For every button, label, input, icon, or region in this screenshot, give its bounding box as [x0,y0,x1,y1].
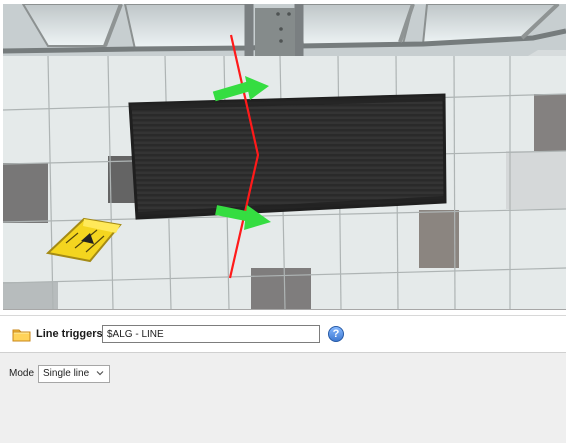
camera-image[interactable] [3,4,566,309]
chevron-down-icon [96,371,104,376]
mode-select[interactable]: Single line [38,365,110,383]
trigger-settings-panel: Mode Single line [0,353,566,443]
line-triggers-label: Line triggers [36,328,103,340]
mode-label: Mode [9,368,35,379]
line-trigger-toolbar: Line triggers ? [0,315,566,353]
line-triggers-input[interactable] [102,325,320,343]
camera-preview[interactable] [3,4,566,310]
floor-mat [128,93,447,220]
line-trigger-configuration: Line triggers ? Mode Single line [0,0,566,443]
mode-selected-value: Single line [43,368,90,379]
door-frame [3,4,566,62]
help-icon[interactable]: ? [328,326,344,342]
folder-icon [12,329,31,342]
